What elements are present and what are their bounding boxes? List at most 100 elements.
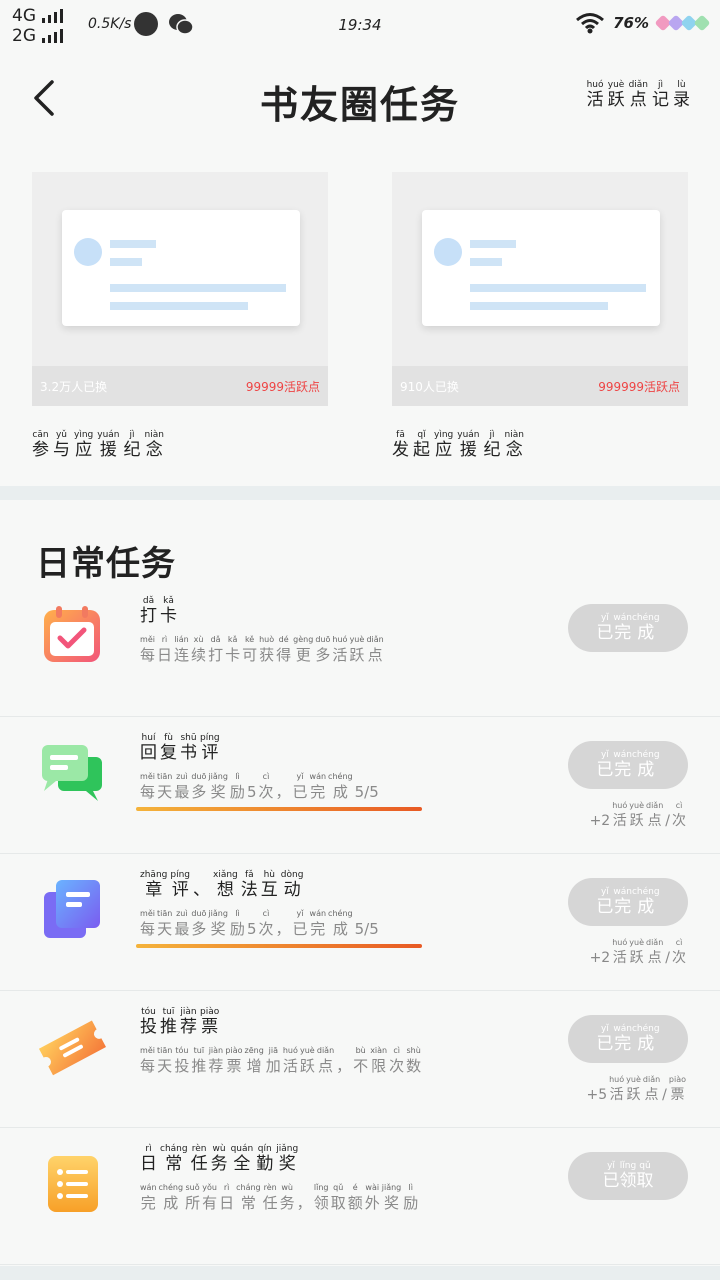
hanzi: 任 [262,1194,278,1212]
pinyin: dé [278,635,289,644]
hanzi: 荐 [180,1017,197,1037]
pinyin: lì [235,772,240,781]
pinyin: yuè [629,801,644,810]
hanzi: 活 [282,1057,298,1075]
ruby-char: cì 次 [389,1046,404,1076]
pinyin: jì [657,80,663,90]
reward-rate: +2 huó 活 yuè 跃 diǎn 点 / cì 次 [590,938,686,968]
activity-record-link[interactable]: huó 活 yuè 跃 diǎn 点 jì 记 lù 录 [587,80,690,110]
pinyin: yuè [300,1046,315,1055]
price-points: 99999活跃点 [245,379,320,394]
task-status-button[interactable]: yǐ 已 wán 完 chéng 成 [568,1015,688,1063]
ruby-char: cháng 常 [160,1144,188,1174]
pinyin: qǔ [639,1161,651,1171]
hanzi: 奖 [383,1194,399,1212]
ruby-char: wán 完 [613,613,632,643]
hanzi: 增 [246,1057,262,1075]
list-icon [38,1150,106,1218]
pinyin: tuī [162,1007,175,1017]
hanzi: 跃 [629,813,644,829]
ruby-char: píng 评 [200,733,220,763]
task-status-button[interactable]: yǐ 已 wán 完 chéng 成 [568,878,688,926]
hanzi: +2 [589,813,611,829]
hanzi: 活 [332,646,348,664]
ruby-char: zuì 最 [174,909,189,939]
task-name: zhāng 章 píng 评 、 xiǎng 想 fǎ 法 hù 互 dòng 动 [140,870,303,900]
hanzi: 章 [145,880,163,900]
pinyin: huó [609,1075,625,1084]
pinyin: chéng [631,750,660,760]
hanzi: +2 [589,950,611,966]
task-status-button[interactable]: yǐ 已 lǐng 领 qǔ 取 [568,1152,688,1200]
hanzi: 每 [140,783,156,801]
mockup-line [470,258,502,266]
ruby-char: tuī 推 [191,1046,206,1076]
hanzi: 勤 [256,1154,274,1174]
hanzi: 票 [226,1057,242,1075]
battery-percent: 76% [613,14,649,32]
ruby-char: rì 日 [219,1183,234,1213]
ruby-char: quán 全 [231,1144,254,1174]
ruby-char: dé 得 [276,635,291,665]
hanzi: 念 [145,440,163,460]
status-right: 76% [575,12,711,34]
pinyin: niàn [144,430,164,440]
hanzi: 推 [191,1057,207,1075]
pinyin: wán [309,909,327,918]
ticket-icon [38,1013,106,1081]
ruby-char: yìng 应 [74,430,93,460]
pinyin: chéng [158,1183,184,1192]
pinyin: lián [174,635,189,644]
hanzi: 荐 [208,1057,224,1075]
pinyin: wán [140,1183,157,1192]
ruby-char: lián 连 [174,635,189,665]
chat-bubble-icon [38,739,106,807]
hanzi: 票 [201,1017,219,1037]
ruby-char: xiǎng 想 [213,870,238,900]
pinyin: quán [230,1144,254,1154]
task-row: tóu 投 tuī 推 jiàn 荐 piào 票 měi 每 tiān 天 tóu 投 tuī 推 jiàn 荐… [0,991,720,1128]
ruby-char: yuè 跃 [300,1046,315,1076]
ruby-char: cì 次 [672,801,686,831]
price-points: 999999活跃点 [598,379,680,394]
ruby-char: shū 书 [180,733,197,763]
hanzi: 奖 [278,1154,296,1174]
ruby-char: yuè 跃 [629,801,644,831]
ruby-char: duō 多 [191,909,206,939]
hanzi: 援 [99,440,117,460]
task-status-button[interactable]: yǐ 已 wán 完 chéng 成 [568,741,688,789]
hanzi: 成 [637,623,655,643]
hanzi: 日 [140,1154,157,1174]
pinyin: yǐ [600,887,609,897]
hanzi: 已 [596,760,614,780]
badge-footer: 3.2万人已换 99999活跃点 [32,366,328,406]
ruby-char: bù 不 [353,1046,368,1076]
pinyin: zuì [176,772,188,781]
battery-icon [654,14,711,32]
hanzi: 励 [403,1194,419,1212]
ruby-char: lì 励 [403,1183,418,1213]
badge-card-participate[interactable]: ✕ ✕ 3.2万人已换 99999活跃点 cān参yǔ与yìng应yuán援jì… [32,172,328,460]
task-status-button[interactable]: yǐ 已 wán 完 chéng 成 [568,604,688,652]
pinyin [200,870,203,880]
ruby-char: cì 次 [258,772,273,802]
pinyin: qǐ [417,430,426,440]
hanzi: 卡 [225,646,241,664]
hanzi: 限 [371,1057,387,1075]
ruby-char: lì 励 [230,772,245,802]
badge-card-initiate[interactable]: 910人已换 999999活跃点 fā 发 qǐ 起 yìng 应 yuán 援 jì 纪 niàn… [392,172,688,460]
hanzi: 续 [191,646,207,664]
pinyin: rèn [263,1183,277,1192]
ruby-char: qǔ 取 [331,1183,346,1213]
ruby-char: jiàn 荐 [208,1046,223,1076]
exchanged-count: 910人已换 [400,379,459,394]
hanzi: 常 [240,1194,256,1212]
hanzi: ， [275,920,291,938]
task-row: rì 日 cháng 常 rèn 任 wù 务 quán 全 qín 勤 jiǎng 奖 wán 完 chéng… [0,1128,720,1265]
pinyin: tóu [141,1007,156,1017]
pinyin: huò [259,635,275,644]
ruby-char: yǐ 已 [596,750,613,780]
hanzi: / [665,950,670,966]
ruby-char: huó 活 [612,801,627,831]
ruby-char: yǐ 已 [596,887,613,917]
